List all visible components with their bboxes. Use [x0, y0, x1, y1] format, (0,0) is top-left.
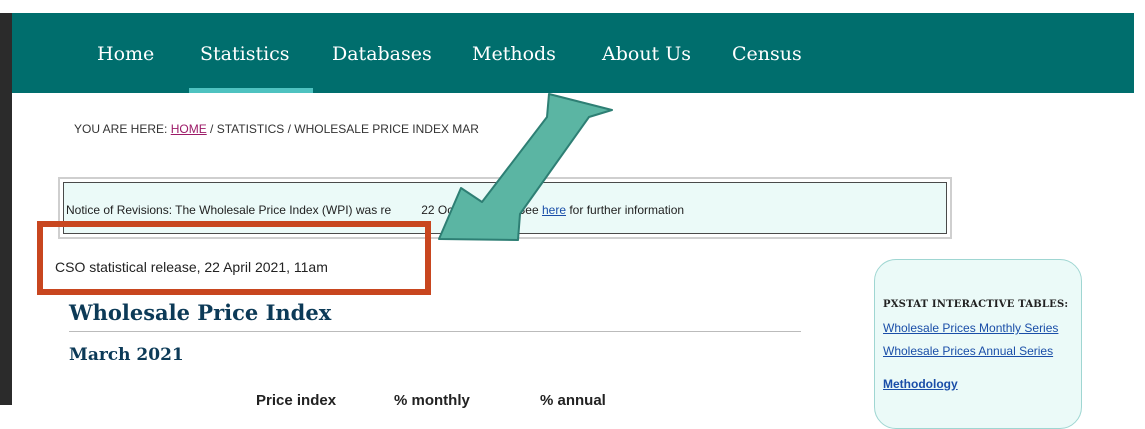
nav-active-indicator [189, 88, 313, 93]
page-title: Wholesale Price Index [69, 300, 332, 325]
nav-databases[interactable]: Databases [332, 43, 432, 65]
column-header-annual: % annual [540, 392, 606, 409]
notice-text-end: for further information [566, 203, 685, 217]
page-subtitle: March 2021 [69, 345, 184, 365]
link-monthly-series[interactable]: Wholesale Prices Monthly Series [883, 321, 1058, 335]
breadcrumb-trail: / STATISTICS / WHOLESALE PRICE INDEX MAR [206, 122, 479, 136]
nav-methods[interactable]: Methods [472, 43, 556, 65]
nav-home[interactable]: Home [97, 43, 154, 65]
pxstat-sidebar: PXSTAT INTERACTIVE TABLES: Wholesale Pri… [874, 259, 1082, 429]
sidebar-heading: PXSTAT INTERACTIVE TABLES: [883, 299, 1069, 310]
revision-notice-text: Notice of Revisions: The Wholesale Price… [66, 203, 684, 217]
nav-about-us[interactable]: About Us [602, 43, 691, 65]
notice-here-link[interactable]: here [542, 203, 566, 217]
nav-statistics[interactable]: Statistics [200, 43, 290, 65]
title-divider [69, 331, 801, 332]
breadcrumb-prefix: YOU ARE HERE: [74, 122, 171, 136]
link-annual-series[interactable]: Wholesale Prices Annual Series [883, 344, 1053, 358]
column-header-monthly: % monthly [394, 392, 470, 409]
breadcrumb-home-link[interactable]: HOME [171, 122, 207, 136]
highlight-annotation-box [37, 221, 431, 295]
breadcrumb: YOU ARE HERE: HOME / STATISTICS / WHOLES… [74, 122, 479, 136]
notice-text-start: Notice of Revisions: The Wholesale Price… [66, 203, 392, 217]
window-right-edge [1134, 13, 1145, 405]
nav-active-caret [232, 80, 244, 87]
notice-text-middle: 22 October 2020. See [421, 203, 542, 217]
column-header-price-index: Price index [256, 392, 337, 409]
link-methodology[interactable]: Methodology [883, 377, 958, 391]
nav-census[interactable]: Census [732, 43, 802, 65]
window-left-border [0, 13, 12, 405]
main-navigation: Home Statistics Databases Methods About … [12, 13, 1134, 93]
window-top-edge [0, 0, 1145, 13]
